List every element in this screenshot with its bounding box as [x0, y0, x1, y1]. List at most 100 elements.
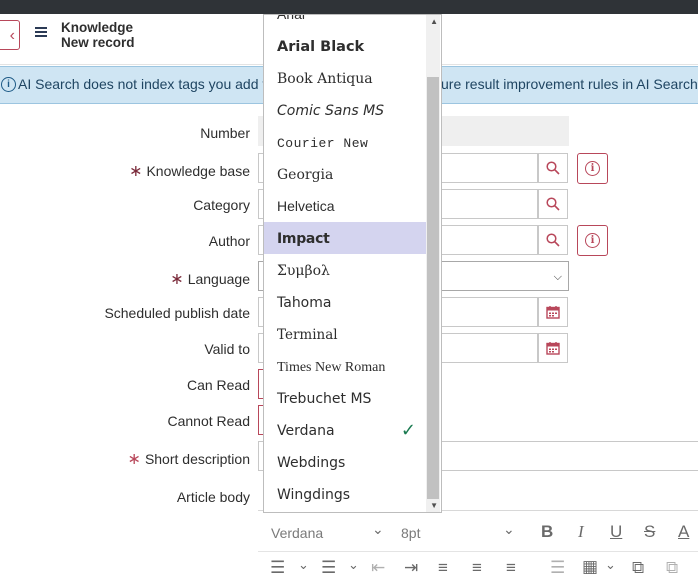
language-label: ∗ Language [170, 271, 250, 288]
font-option[interactable]: Helvetica [264, 190, 426, 222]
search-icon [546, 197, 560, 211]
scroll-up-arrow-icon[interactable]: ▲ [430, 17, 438, 26]
font-option-label: Verdana [277, 423, 335, 439]
font-option[interactable]: Comic Sans MS [264, 94, 426, 126]
font-option[interactable]: Συμβολ [264, 254, 426, 286]
chevron-down-icon: ⌄ [372, 521, 384, 537]
can-read-label: Can Read [186, 377, 250, 393]
search-icon [546, 161, 560, 175]
calendar-icon [546, 306, 560, 319]
record-subtitle: New record [61, 35, 135, 50]
font-option-label: Times New Roman [277, 360, 386, 375]
author-lookup-button[interactable] [538, 225, 568, 255]
font-size-select[interactable]: 8pt [401, 525, 420, 541]
scheduled-publish-calendar-button[interactable] [538, 297, 568, 327]
font-option[interactable]: Trebuchet MS [264, 382, 426, 414]
number-label: Number [200, 125, 250, 141]
short-description-label: ∗ Short description [127, 451, 250, 468]
font-option-label: Arial Black [277, 39, 365, 55]
outdent-icon[interactable]: ⇤ [371, 558, 385, 578]
table-icon[interactable]: ▦ [582, 557, 598, 577]
calendar-icon [546, 342, 560, 355]
font-option[interactable]: Arial Black [264, 30, 426, 62]
link-icon[interactable]: ⧉ [632, 558, 644, 578]
font-option-label: Wingdings [277, 487, 351, 503]
info-icon: i [585, 161, 600, 176]
font-option[interactable]: Courier New [264, 126, 426, 158]
font-option[interactable]: Tahoma [264, 286, 426, 318]
hamburger-icon[interactable] [35, 27, 47, 37]
font-option[interactable]: Webdings [264, 446, 426, 478]
font-option-label: Tahoma [277, 295, 332, 311]
font-family-dropdown[interactable]: Wingdings Webdings Verdana ✓ Trebuchet MS Tim… [263, 14, 442, 513]
font-option-label: Helvetica [277, 198, 335, 214]
category-lookup-button[interactable] [538, 189, 568, 219]
font-option[interactable]: Book Antiqua [264, 62, 426, 94]
required-marker: ∗ [129, 163, 143, 180]
font-option[interactable]: Impact [264, 222, 426, 254]
chevron-down-icon[interactable]: ⌄ [298, 557, 309, 573]
cannot-read-label: Cannot Read [167, 413, 250, 429]
underline-button[interactable]: U [610, 522, 622, 542]
indent-icon[interactable]: ⇥ [404, 558, 418, 578]
dropdown-scrollbar-thumb[interactable] [427, 77, 439, 499]
font-option[interactable]: Terminal [264, 318, 426, 350]
checklist-icon[interactable]: ☰ [550, 558, 565, 578]
editor-toolbar-row-1: Verdana ⌄ 8pt ⌄ B I U S A [258, 511, 698, 552]
font-option[interactable]: Times New Roman [264, 350, 426, 382]
chevron-down-icon: ⌵ [553, 271, 562, 283]
font-option[interactable]: Wingdings [264, 478, 426, 510]
checkmark-icon: ✓ [400, 420, 416, 440]
font-option-label: Terminal [277, 327, 338, 343]
align-center-icon[interactable]: ≡ [472, 558, 482, 578]
font-option-label: Arial [277, 14, 306, 22]
font-option-label: Georgia [277, 167, 334, 183]
required-marker: ∗ [127, 451, 141, 468]
align-right-icon[interactable]: ≡ [506, 558, 516, 578]
bold-button[interactable]: B [541, 522, 553, 542]
bullet-list-icon[interactable]: ☰ [270, 558, 285, 578]
banner-text-right: ure result improvement rules in AI Searc… [441, 76, 698, 92]
valid-to-label: Valid to [204, 341, 250, 357]
font-option-label: Trebuchet MS [277, 391, 372, 407]
font-option-label: Book Antiqua [277, 71, 373, 87]
chevron-down-icon[interactable]: ⌄ [348, 557, 359, 573]
font-family-select[interactable]: Verdana [271, 525, 323, 541]
knowledge-base-info-button[interactable]: i [577, 153, 608, 184]
font-option-label: Συμβολ [277, 263, 330, 279]
numbered-list-icon[interactable]: ☰ [321, 558, 336, 578]
scroll-down-arrow-icon[interactable]: ▼ [430, 501, 438, 510]
search-icon [546, 233, 560, 247]
text-color-button[interactable]: A [678, 522, 689, 542]
chevron-left-icon: ‹ [9, 27, 15, 44]
font-option[interactable]: Georgia [264, 158, 426, 190]
knowledge-base-lookup-button[interactable] [538, 153, 568, 183]
font-option[interactable]: Verdana ✓ [264, 414, 426, 446]
italic-button[interactable]: I [578, 522, 584, 542]
scheduled-publish-label: Scheduled publish date [104, 305, 250, 321]
rich-text-editor: Verdana ⌄ 8pt ⌄ B I U S A ☰ ⌄ ☰ ⌄ ⇤ ⇥ ≡ … [258, 510, 698, 584]
back-button[interactable]: ‹ [0, 20, 20, 50]
top-strip [0, 0, 698, 14]
valid-to-calendar-button[interactable] [538, 333, 568, 363]
align-left-icon[interactable]: ≡ [438, 558, 448, 578]
banner-text-left: AI Search does not index tags you add to [18, 76, 275, 92]
knowledge-base-label: ∗ Knowledge base [129, 163, 250, 180]
font-option[interactable]: Arial [264, 14, 426, 30]
author-info-button[interactable]: i [577, 225, 608, 256]
font-option-label: Courier New [277, 136, 369, 151]
info-icon: i [585, 233, 600, 248]
author-label: Author [208, 233, 250, 249]
chevron-down-icon: ⌄ [503, 521, 515, 537]
record-title: Knowledge [61, 20, 134, 35]
required-marker: ∗ [170, 271, 184, 288]
strikethrough-button[interactable]: S [644, 522, 655, 542]
font-option-label: Comic Sans MS [277, 103, 385, 119]
font-option-label: Webdings [277, 455, 346, 471]
info-icon: i [1, 77, 16, 92]
article-body-label: Article body [176, 489, 250, 505]
font-option-label: Impact [277, 231, 330, 247]
editor-toolbar-row-2: ☰ ⌄ ☰ ⌄ ⇤ ⇥ ≡ ≡ ≡ ☰ ▦ ⌄ ⧉ ⧉ [258, 552, 698, 584]
unlink-icon[interactable]: ⧉ [666, 558, 678, 578]
chevron-down-icon[interactable]: ⌄ [605, 557, 616, 573]
